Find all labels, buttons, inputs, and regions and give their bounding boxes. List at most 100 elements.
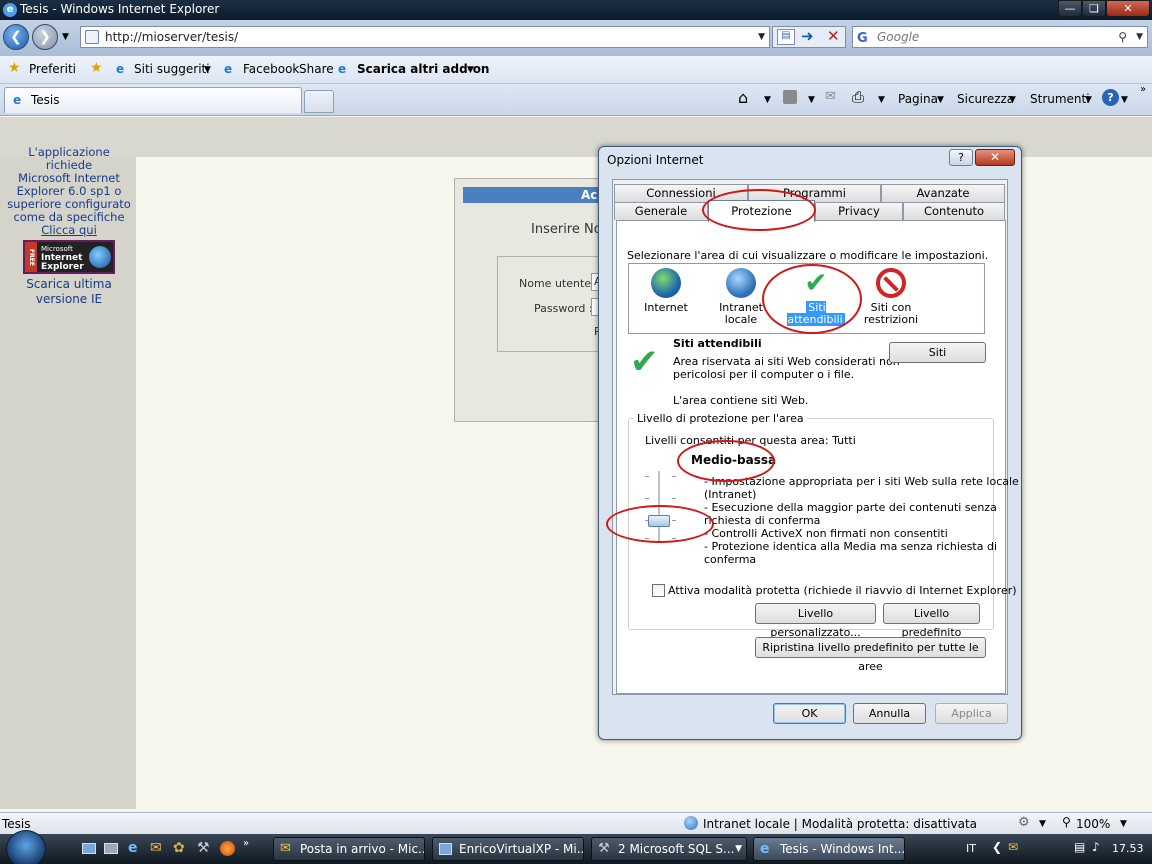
page-menu[interactable]: Pagina xyxy=(898,92,938,106)
help-dropdown-icon[interactable]: ▼ xyxy=(1121,95,1128,105)
suggested-sites-link[interactable]: Siti suggeriti xyxy=(134,62,210,76)
security-menu[interactable]: Sicurezza xyxy=(957,92,1014,106)
feeds-dropdown-icon[interactable]: ▼ xyxy=(808,95,815,105)
search-dropdown-icon[interactable]: ▼ xyxy=(1136,27,1143,47)
free-badge: FREE xyxy=(25,242,37,272)
zone-restricted[interactable]: Siti con restrizioni xyxy=(858,268,924,326)
search-icon[interactable]: ⚲ xyxy=(1118,27,1127,47)
stop-icon[interactable]: ✕ xyxy=(827,27,840,45)
share-link[interactable]: Share xyxy=(299,62,334,76)
facebook-link[interactable]: Facebook xyxy=(243,62,299,76)
click-here-link[interactable]: Clicca qui xyxy=(41,223,97,237)
search-input[interactable]: G Google ⚲ ▼ xyxy=(852,26,1148,48)
status-bar: Tesis Intranet locale | Modalità protett… xyxy=(0,812,1152,834)
tray-volume-icon[interactable]: ♪ xyxy=(1092,840,1100,854)
zoom-dropdown-icon[interactable]: ▼ xyxy=(1120,819,1127,829)
favorites-bar: ★ Preferiti ★ e Siti suggeriti ▼ e Faceb… xyxy=(0,56,1152,84)
ie-download-logo[interactable]: FREE Microsoft Internet Explorer xyxy=(23,240,115,274)
feeds-icon[interactable] xyxy=(783,90,797,104)
task-label: Tesis - Windows Int... xyxy=(780,842,905,856)
tab-protezione[interactable]: Privacy xyxy=(815,202,903,220)
level-description-line: - Protezione identica alla Media ma senz… xyxy=(704,540,998,553)
quicklaunch-tools-icon[interactable]: ⚒ xyxy=(197,840,210,856)
cancel-button[interactable]: Annulla xyxy=(853,703,926,724)
siti-button[interactable]: Siti xyxy=(889,342,986,363)
quicklaunch-app-icon[interactable]: ✿ xyxy=(173,840,185,856)
dialog-help-button[interactable]: ? xyxy=(949,149,973,166)
tab-tesis[interactable]: e Tesis xyxy=(4,87,302,113)
compatibility-icon[interactable]: ▤ xyxy=(777,29,795,45)
protected-mode-checkbox[interactable] xyxy=(652,584,665,597)
clock[interactable]: 17.53 xyxy=(1112,842,1144,855)
back-button[interactable]: ❮ xyxy=(3,24,29,50)
reset-all-zones-button[interactable]: Ripristina livello predefinito per tutte… xyxy=(755,637,986,673)
show-desktop-icon[interactable] xyxy=(82,843,96,854)
ok-button[interactable]: OK xyxy=(773,703,846,724)
start-button[interactable] xyxy=(6,830,46,864)
tray-network-icon[interactable]: ▤ xyxy=(1074,840,1085,854)
history-dropdown-icon[interactable]: ▼ xyxy=(62,32,69,42)
task-ie-tesis[interactable]: e Tesis - Windows Int... xyxy=(753,837,905,861)
tab-generale[interactable]: Generale xyxy=(614,202,708,220)
tab-contenuto[interactable]: Contenuto xyxy=(903,202,1005,220)
minimize-button[interactable]: — xyxy=(1058,0,1082,17)
tab-ie-icon: e xyxy=(13,93,22,107)
google-icon: G xyxy=(857,31,868,46)
protected-mode-label[interactable]: Attiva modalità protetta (richiede il ri… xyxy=(668,584,1017,597)
zone-status[interactable]: Intranet locale | Modalità protetta: dis… xyxy=(703,817,977,831)
task-virtualpc[interactable]: EnricoVirtualXP - Mi... xyxy=(432,837,584,861)
language-indicator[interactable]: IT xyxy=(966,842,976,855)
quicklaunch-ie-icon[interactable]: e xyxy=(128,840,138,856)
window-titlebar[interactable]: e Tesis - Windows Internet Explorer — ❏ … xyxy=(0,0,1152,20)
more-chevron-icon[interactable]: » xyxy=(1140,84,1146,95)
quicklaunch-more-icon[interactable]: » xyxy=(243,838,249,849)
home-icon[interactable]: ⌂ xyxy=(738,88,748,107)
close-button[interactable]: ✕ xyxy=(1106,0,1150,17)
page-menu-chevron-icon: ▼ xyxy=(937,95,944,105)
ie-requirement-notice: L'applicazione richiede Microsoft Intern… xyxy=(4,146,134,237)
quicklaunch-mail-icon[interactable]: ✉ xyxy=(150,840,162,856)
zoom-level[interactable]: 100% xyxy=(1076,817,1110,831)
zone-description-2: pericolosi per il computer o i file. xyxy=(673,368,855,381)
favorites-button[interactable]: Preferiti xyxy=(29,62,76,76)
mail-icon[interactable]: ✉ xyxy=(825,89,836,104)
forward-button[interactable]: ❯ xyxy=(32,24,58,50)
window-title: Tesis - Windows Internet Explorer xyxy=(20,2,220,16)
settings-dropdown-icon[interactable]: ▼ xyxy=(1039,819,1046,829)
home-dropdown-icon[interactable]: ▼ xyxy=(764,95,771,105)
slider-tick xyxy=(672,476,676,477)
address-dropdown-icon[interactable]: ▼ xyxy=(758,27,765,47)
download-ie-text[interactable]: Scarica ultima versione IE xyxy=(4,277,134,307)
username-label: Nome utente : xyxy=(519,277,599,290)
new-tab-button[interactable] xyxy=(304,90,334,113)
addons-page-icon: e xyxy=(338,62,347,76)
addons-chevron-icon[interactable]: ▼ xyxy=(467,65,474,75)
address-text: http://mioserver/tesis/ xyxy=(105,30,239,44)
go-icon[interactable]: ➜ xyxy=(801,27,814,45)
task-sqlserver-group[interactable]: ⚒ 2 Microsoft SQL S... ▼ xyxy=(591,837,747,861)
add-favorites-icon[interactable]: ★ xyxy=(90,60,103,76)
zone-internet[interactable]: Internet xyxy=(640,268,692,314)
tray-expand-icon[interactable]: ❮ xyxy=(992,840,1002,854)
trusted-checkmark-icon: ✔ xyxy=(630,342,659,382)
custom-level-button[interactable]: Livello personalizzato... xyxy=(755,603,876,639)
task-outlook[interactable]: ✉ Posta in arrivo - Mic... xyxy=(273,837,425,861)
settings-icon[interactable]: ⚙ xyxy=(1018,815,1030,830)
dialog-close-button[interactable]: ✕ xyxy=(975,149,1015,166)
zoom-icon: ⚲ xyxy=(1062,815,1071,829)
maximize-button[interactable]: ❏ xyxy=(1082,0,1106,17)
address-input[interactable]: http://mioserver/tesis/ ▼ xyxy=(80,26,770,48)
notice-line: L'applicazione richiede xyxy=(28,145,110,172)
default-level-button[interactable]: Livello predefinito xyxy=(883,603,980,639)
help-icon[interactable]: ? xyxy=(1102,89,1119,106)
tray-mail-icon[interactable]: ✉ xyxy=(1008,840,1018,854)
switch-windows-icon[interactable] xyxy=(104,843,118,854)
virtualpc-icon xyxy=(439,843,452,855)
print-dropdown-icon[interactable]: ▼ xyxy=(878,95,885,105)
print-icon[interactable]: ⎙ xyxy=(852,88,864,106)
tab-avanzate[interactable]: Avanzate xyxy=(881,184,1005,202)
select-zone-label: Selezionare l'area di cui visualizzare o… xyxy=(627,249,989,262)
tools-menu[interactable]: Strumenti xyxy=(1030,92,1090,106)
chevron-down-icon[interactable]: ▼ xyxy=(204,65,211,75)
quicklaunch-firefox-icon[interactable] xyxy=(220,841,235,856)
